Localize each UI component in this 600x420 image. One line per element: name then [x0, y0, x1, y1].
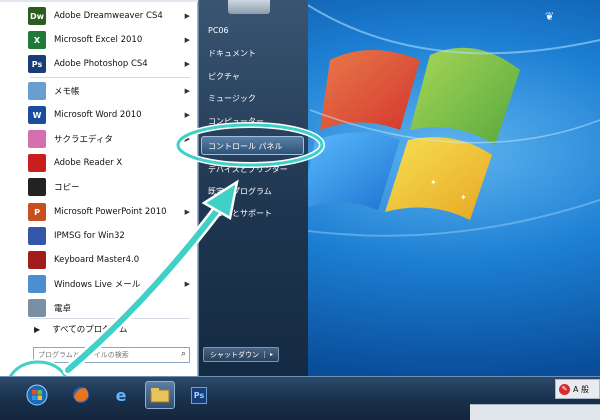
start-orb-button[interactable] [22, 381, 52, 409]
arrow-shaft-outline [62, 194, 231, 376]
ime-icon: ✎ [559, 383, 570, 395]
photoshop-taskbar-button[interactable]: Ps [184, 381, 214, 409]
internet-explorer-button[interactable]: e [106, 381, 136, 409]
annotation-overlay [5, 122, 325, 413]
explorer-button[interactable] [145, 381, 175, 409]
highlight-ellipse [176, 123, 324, 167]
language-bar [470, 404, 600, 420]
photoshop-icon: Ps [190, 386, 208, 404]
internet-explorer-icon: e [115, 385, 127, 405]
firefox-button[interactable] [66, 381, 96, 409]
firefox-icon [73, 387, 89, 403]
explorer-folder-icon [150, 388, 170, 403]
ime-text: A 般 [573, 384, 590, 394]
ime-indicator[interactable]: ✎ A 般 [555, 379, 600, 399]
start-orb-icon [26, 384, 48, 406]
